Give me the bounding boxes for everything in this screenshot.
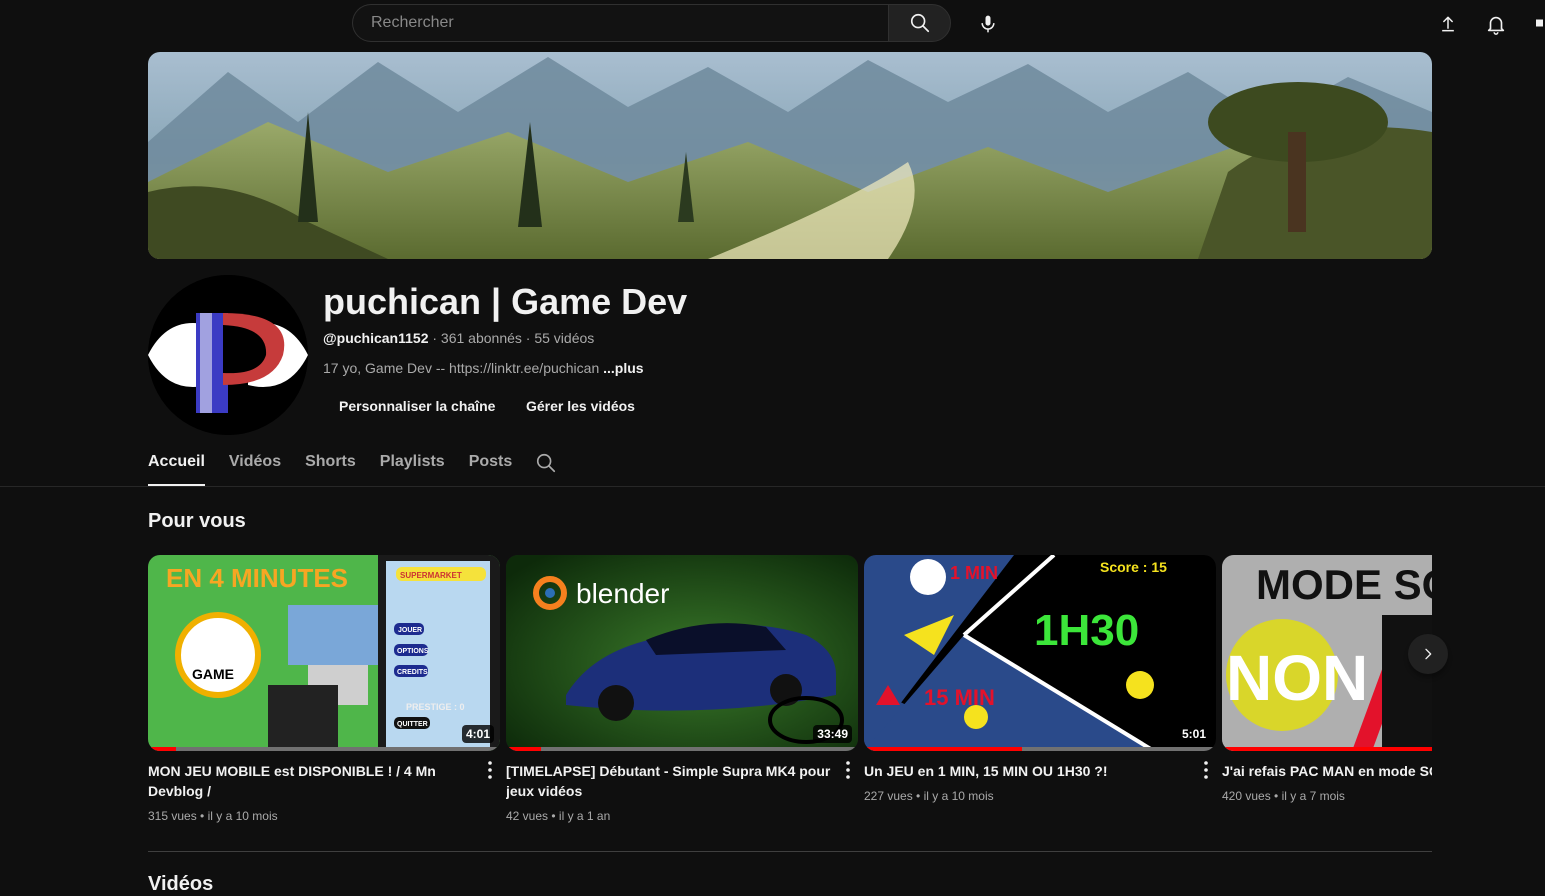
account-menu-button[interactable] <box>1532 10 1545 38</box>
carousel-next-button[interactable] <box>1408 634 1448 674</box>
more-vert-icon <box>846 761 850 779</box>
notifications-button[interactable] <box>1478 6 1514 42</box>
tab-videos[interactable]: Vidéos <box>229 448 281 486</box>
search-icon <box>910 13 929 33</box>
search-box[interactable] <box>352 4 888 42</box>
video-thumbnail[interactable]: EN 4 MINUTES GAME SUPERMARKET JOUER OPTI… <box>148 555 500 751</box>
tab-home[interactable]: Accueil <box>148 448 205 486</box>
video-duration: 4:01 <box>461 725 494 743</box>
voice-search-button[interactable] <box>968 4 1008 44</box>
video-views: 42 vues <box>506 809 549 823</box>
video-meta: 315 vues • il y a 10 mois <box>148 809 278 823</box>
channel-banner <box>148 52 1432 259</box>
watch-progress <box>506 747 542 751</box>
thumb-label: GAME <box>192 666 234 682</box>
create-icon <box>1536 19 1543 27</box>
video-card[interactable]: blender 33:49 [TIMELAPSE] Débutant - Sim… <box>506 555 858 823</box>
search-icon <box>536 453 556 473</box>
watch-progress <box>148 747 177 751</box>
thumb-label: OPTIONS <box>397 648 429 655</box>
video-menu-button[interactable] <box>1196 761 1216 781</box>
more-vert-icon <box>1204 761 1208 779</box>
more-link[interactable]: ...plus <box>603 360 643 376</box>
video-card-clip: MODE SO NON J'ai refais PAC MAN en mode … <box>1222 555 1432 835</box>
channel-stats: · 361 abonnés · 55 vidéos <box>428 330 595 346</box>
microphone-icon <box>981 15 995 33</box>
video-age: il y a 10 mois <box>923 789 994 803</box>
thumb-title-text: MODE SO <box>1256 561 1432 608</box>
video-card[interactable]: EN 4 MINUTES GAME SUPERMARKET JOUER OPTI… <box>148 555 500 823</box>
channel-handle: @puchican1152 <box>323 330 429 346</box>
thumb-title-text: EN 4 MINUTES <box>166 563 348 593</box>
video-card[interactable]: 1 MIN 15 MIN Score : 15 1H30 5:01 Un JEU… <box>864 555 1216 803</box>
video-thumbnail[interactable]: MODE SO NON <box>1222 555 1432 751</box>
watch-progress <box>864 747 1023 751</box>
video-views: 227 vues <box>864 789 913 803</box>
channel-description[interactable]: 17 yo, Game Dev -- https://linktr.ee/puc… <box>323 360 644 376</box>
video-title[interactable]: J'ai refais PAC MAN en mode SON <box>1222 761 1432 781</box>
video-menu-button[interactable] <box>838 761 858 781</box>
video-meta: 420 vues • il y a 7 mois <box>1222 789 1345 803</box>
upload-button[interactable] <box>1430 6 1466 42</box>
progress-track <box>148 747 500 751</box>
thumb-label: NON <box>1226 642 1368 714</box>
video-duration: 5:01 <box>1177 725 1210 743</box>
thumb-label: CREDITS <box>397 669 428 676</box>
video-thumbnail[interactable]: blender 33:49 <box>506 555 858 751</box>
video-title[interactable]: Un JEU en 1 MIN, 15 MIN OU 1H30 ?! <box>864 761 1194 781</box>
video-age: il y a 7 mois <box>1281 789 1345 803</box>
thumb-title-text: blender <box>576 578 669 609</box>
video-thumbnail[interactable]: 1 MIN 15 MIN Score : 15 1H30 5:01 <box>864 555 1216 751</box>
thumb-label: PRESTIGE : 0 <box>406 702 465 712</box>
thumb-label: 1 MIN <box>950 563 998 583</box>
video-title[interactable]: MON JEU MOBILE est DISPONIBLE ! / 4 Mn D… <box>148 761 478 801</box>
thumb-label: JOUER <box>398 627 422 634</box>
manage-videos-button[interactable]: Gérer les vidéos <box>510 390 651 422</box>
channel-tabs: Accueil Vidéos Shorts Playlists Posts <box>148 448 536 486</box>
channel-avatar[interactable] <box>148 275 308 435</box>
thumb-title-text: 1H30 <box>1034 606 1139 655</box>
tab-shorts[interactable]: Shorts <box>305 448 356 486</box>
watch-progress <box>1222 747 1432 751</box>
video-age: il y a 1 an <box>558 809 611 823</box>
upload-icon <box>1442 16 1454 32</box>
thumb-label: SUPERMARKET <box>400 571 462 580</box>
video-views: 315 vues <box>148 809 197 823</box>
section-divider <box>148 851 1432 852</box>
video-card[interactable]: MODE SO NON J'ai refais PAC MAN en mode … <box>1222 555 1432 803</box>
search-button[interactable] <box>888 4 951 42</box>
search-input[interactable] <box>369 13 888 33</box>
tabs-divider <box>0 486 1545 487</box>
tab-posts[interactable]: Posts <box>469 448 513 486</box>
section-title-videos: Vidéos <box>148 873 214 895</box>
channel-name: puchican | Game Dev <box>323 281 688 322</box>
customize-channel-button[interactable]: Personnaliser la chaîne <box>323 390 511 422</box>
tab-playlists[interactable]: Playlists <box>380 448 445 486</box>
thumb-label: Score : 15 <box>1100 559 1167 575</box>
video-meta: 227 vues • il y a 10 mois <box>864 789 994 803</box>
bell-icon <box>1487 16 1505 35</box>
video-menu-button[interactable] <box>480 761 500 781</box>
thumb-label: QUITTER <box>397 721 428 728</box>
video-views: 420 vues <box>1222 789 1271 803</box>
chevron-right-icon <box>1425 648 1432 660</box>
thumb-label: 15 MIN <box>924 685 995 710</box>
more-vert-icon <box>488 761 492 779</box>
video-age: il y a 10 mois <box>207 809 278 823</box>
channel-search-button[interactable] <box>535 452 557 474</box>
video-duration: 33:49 <box>813 725 852 743</box>
description-text: 17 yo, Game Dev -- https://linktr.ee/puc… <box>323 360 604 376</box>
progress-track <box>506 747 858 751</box>
channel-meta: @puchican1152 · 361 abonnés · 55 vidéos <box>323 330 594 346</box>
section-title: Pour vous <box>148 510 246 532</box>
video-title[interactable]: [TIMELAPSE] Débutant - Simple Supra MK4 … <box>506 761 836 801</box>
video-meta: 42 vues • il y a 1 an <box>506 809 611 823</box>
